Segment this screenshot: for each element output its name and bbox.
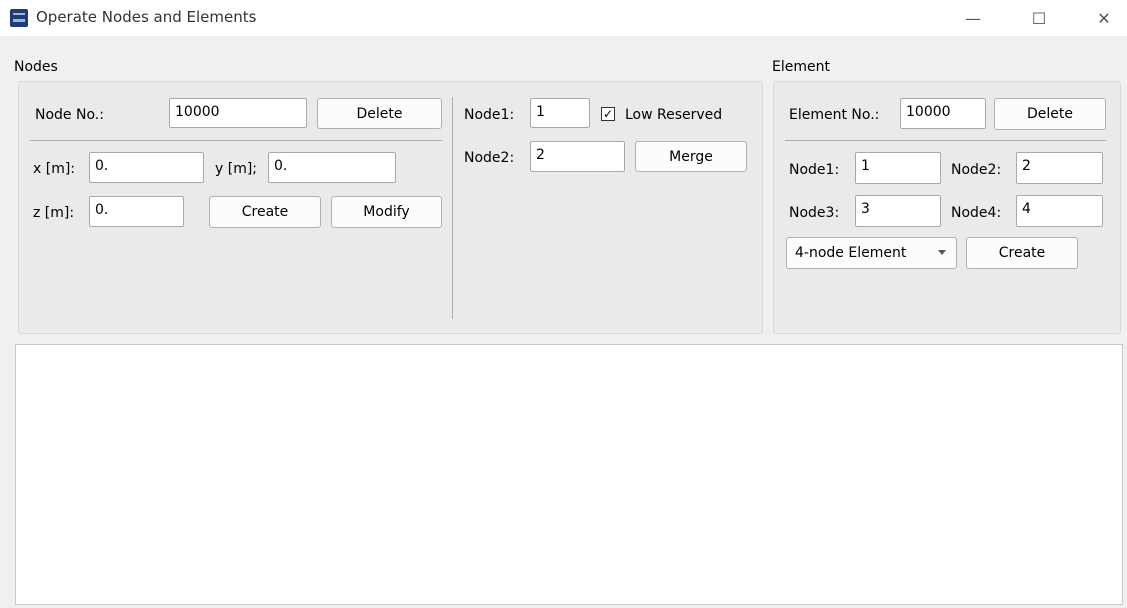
- element-node4-input[interactable]: 4: [1016, 195, 1103, 227]
- element-create-button[interactable]: Create: [966, 237, 1078, 269]
- element-type-select[interactable]: 4-node Element: [786, 237, 957, 269]
- element-node2-label: Node2:: [951, 162, 1002, 178]
- app-icon: [10, 9, 28, 27]
- element-divider: [785, 140, 1106, 141]
- element-node3-input[interactable]: 3: [855, 195, 941, 227]
- y-label: y [m];: [215, 161, 258, 177]
- merge-node2-label: Node2:: [464, 150, 515, 166]
- element-group-label: Element: [772, 59, 830, 75]
- merge-node1-input[interactable]: 1: [530, 98, 590, 128]
- minimize-icon[interactable]: —: [950, 0, 996, 36]
- element-node1-input[interactable]: 1: [855, 152, 941, 184]
- node-create-button[interactable]: Create: [209, 196, 321, 228]
- element-no-input[interactable]: 10000: [900, 98, 986, 129]
- merge-node1-label: Node1:: [464, 107, 515, 123]
- node-no-input[interactable]: 10000: [169, 98, 307, 128]
- title-bar: Operate Nodes and Elements — ☐ ✕: [0, 0, 1127, 36]
- node-no-label: Node No.:: [35, 107, 104, 123]
- check-icon: ✓: [602, 107, 614, 121]
- x-label: x [m]:: [33, 161, 76, 177]
- maximize-icon[interactable]: ☐: [1016, 0, 1062, 36]
- element-node2-input[interactable]: 2: [1016, 152, 1103, 184]
- z-input[interactable]: 0.: [89, 196, 184, 227]
- chevron-down-icon: [938, 250, 946, 255]
- element-node4-label: Node4:: [951, 205, 1002, 221]
- nodes-group-label: Nodes: [14, 59, 58, 75]
- window-title: Operate Nodes and Elements: [36, 8, 257, 26]
- nodes-vertical-divider: [452, 97, 453, 319]
- output-area[interactable]: [15, 344, 1123, 605]
- x-input[interactable]: 0.: [89, 152, 204, 183]
- element-no-label: Element No.:: [789, 107, 880, 123]
- merge-node2-input[interactable]: 2: [530, 141, 625, 172]
- node-delete-button[interactable]: Delete: [317, 98, 442, 129]
- low-reserved-label[interactable]: Low Reserved: [625, 105, 722, 125]
- merge-button[interactable]: Merge: [635, 141, 747, 172]
- close-icon[interactable]: ✕: [1081, 0, 1127, 36]
- element-node3-label: Node3:: [789, 205, 840, 221]
- element-delete-button[interactable]: Delete: [994, 98, 1106, 130]
- element-node1-label: Node1:: [789, 162, 840, 178]
- node-modify-button[interactable]: Modify: [331, 196, 442, 228]
- nodes-divider: [30, 140, 442, 141]
- element-type-value: 4-node Element: [795, 245, 907, 261]
- low-reserved-checkbox[interactable]: ✓: [601, 107, 615, 121]
- y-input[interactable]: 0.: [268, 152, 396, 183]
- z-label: z [m]:: [33, 205, 75, 221]
